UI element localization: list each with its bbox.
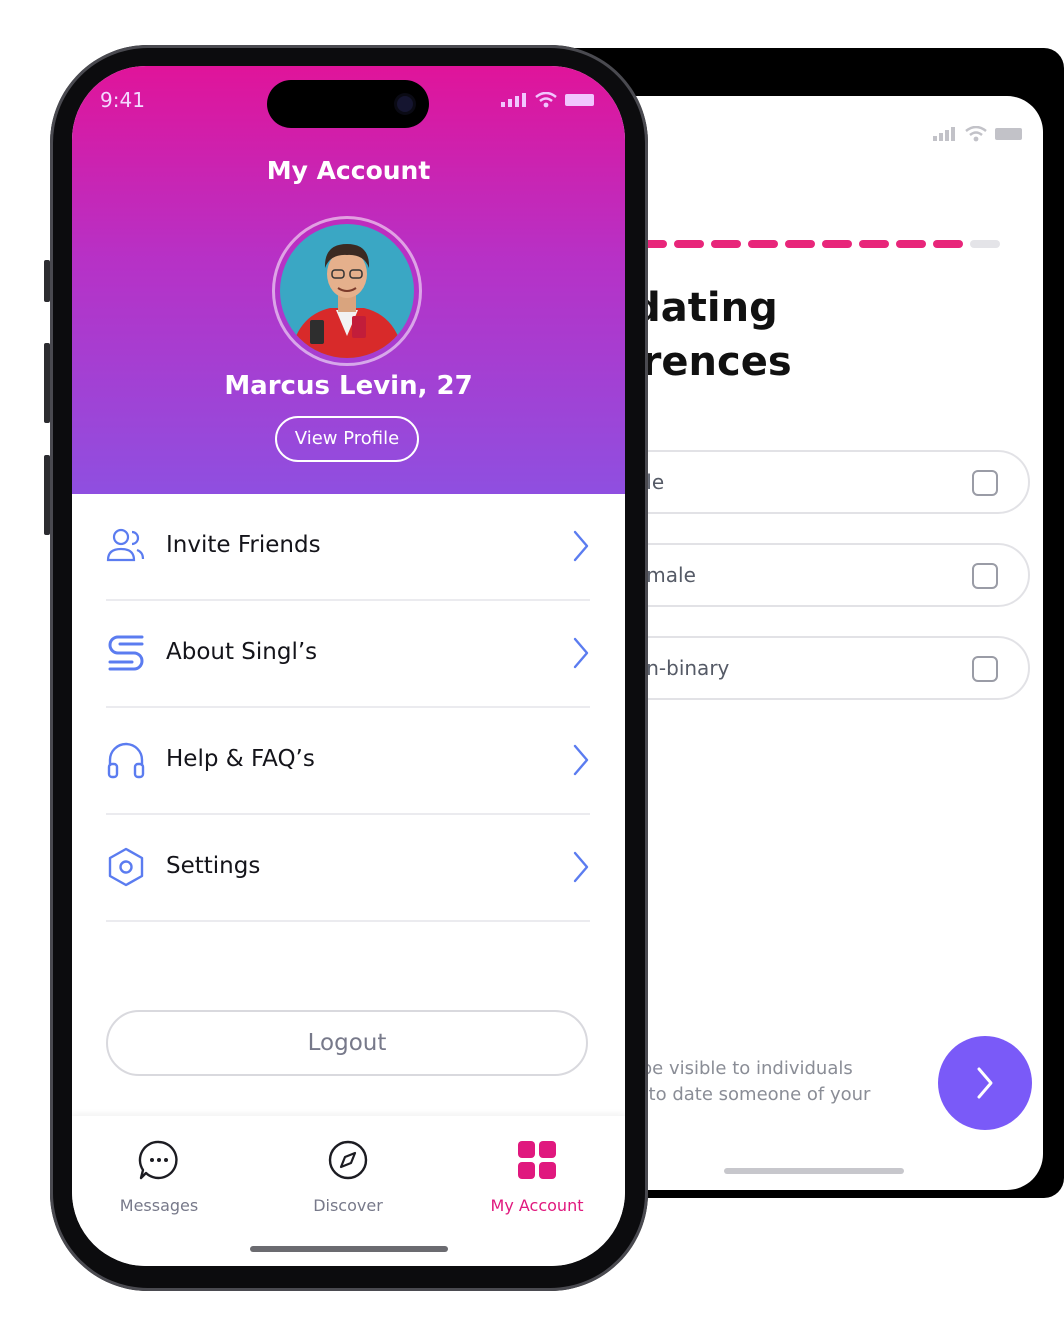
user-name: Marcus Levin, 27: [224, 371, 473, 401]
option-label: on-binary: [634, 656, 730, 680]
compass-icon: [328, 1140, 368, 1180]
battery-icon: [995, 128, 1022, 140]
my-account-screen: 9:41 My Account Marcus Levin, 27 View Pr…: [72, 66, 625, 1266]
tab-label: My Account: [490, 1196, 584, 1215]
chevron-right-icon: [573, 637, 589, 669]
tab-label: Messages: [119, 1196, 199, 1215]
checkbox[interactable]: [972, 470, 998, 496]
page-title: My Account: [266, 156, 431, 185]
checkbox[interactable]: [972, 656, 998, 682]
menu-item-label: Settings: [166, 853, 261, 879]
tab-messages[interactable]: Messages: [89, 1138, 229, 1215]
menu-item-about-singls[interactable]: About Singl’s: [106, 601, 590, 708]
menu-item-settings[interactable]: Settings: [106, 815, 590, 922]
wifi-icon: [535, 92, 557, 108]
grid-icon: [518, 1141, 556, 1179]
wifi-icon: [965, 126, 987, 142]
chevron-right-icon: [977, 1067, 993, 1099]
next-button[interactable]: [938, 1036, 1032, 1130]
chat-bubble-icon: [138, 1140, 178, 1180]
silent-switch: [44, 260, 50, 302]
visibility-note: ill be visible to individuals ng to date…: [620, 1058, 871, 1131]
volume-up-button: [44, 343, 50, 423]
status-time: 9:41: [100, 88, 145, 112]
tab-my-account[interactable]: My Account: [467, 1138, 607, 1215]
profile-photo: [280, 224, 414, 358]
account-header: 9:41 My Account Marcus Levin, 27 View Pr…: [72, 66, 625, 494]
singls-logo-icon: [108, 635, 144, 671]
bottom-tab-bar: Messages Discover My Account: [72, 1116, 625, 1266]
tab-discover[interactable]: Discover: [278, 1138, 418, 1215]
dynamic-island: [267, 80, 429, 128]
home-indicator: [250, 1246, 448, 1252]
checkbox[interactable]: [972, 563, 998, 589]
menu-item-label: Help & FAQ’s: [166, 746, 315, 772]
account-menu: Invite Friends About Singl’s Help & FAQ’…: [106, 494, 590, 922]
status-icons: [501, 92, 597, 108]
settings-hex-icon: [108, 847, 144, 887]
volume-down-button: [44, 455, 50, 535]
menu-item-label: About Singl’s: [166, 639, 318, 665]
avatar[interactable]: [272, 216, 422, 366]
chevron-right-icon: [573, 530, 589, 562]
headphones-icon: [107, 742, 145, 779]
users-icon: [106, 528, 145, 562]
onboarding-progress: [600, 240, 1000, 248]
battery-icon: [565, 94, 594, 106]
logout-button[interactable]: Logout: [106, 1010, 588, 1076]
tab-label: Discover: [313, 1196, 383, 1215]
home-indicator: [724, 1168, 904, 1174]
chevron-right-icon: [573, 851, 589, 883]
menu-item-help-faqs[interactable]: Help & FAQ’s: [106, 708, 590, 815]
signal-icon: [933, 127, 955, 141]
signal-icon: [501, 93, 526, 107]
back-status-bar: [933, 126, 1025, 142]
chevron-right-icon: [573, 744, 589, 776]
view-profile-button[interactable]: View Profile: [275, 416, 419, 462]
menu-item-label: Invite Friends: [166, 532, 321, 558]
menu-item-invite-friends[interactable]: Invite Friends: [106, 494, 590, 601]
